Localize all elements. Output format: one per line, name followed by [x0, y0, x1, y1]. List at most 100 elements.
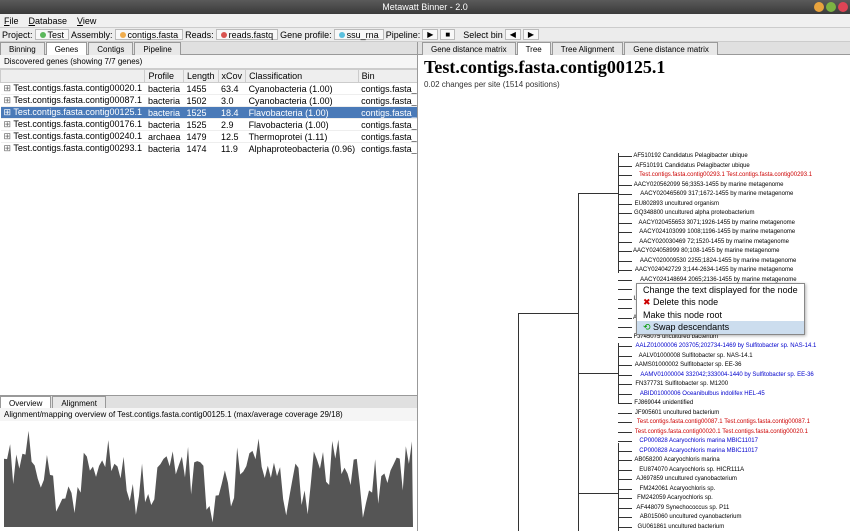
menu-database[interactable]: Database — [29, 16, 68, 26]
menu-view[interactable]: View — [77, 16, 96, 26]
tab-gdm2[interactable]: Gene distance matrix — [624, 42, 718, 55]
tree-node[interactable]: CP000828 Acaryochloris marina MBIC11017 — [639, 438, 758, 444]
tree-node[interactable]: EU802893 uncultured organism — [635, 201, 719, 207]
genes-info: Discovered genes (showing 7/7 genes) — [0, 55, 417, 69]
tree-node[interactable]: AACY024058999 80;108-1455 by marine meta… — [633, 248, 779, 254]
menubar: File Database View — [0, 14, 850, 28]
tree-node[interactable]: AACY020562099 56;3353-1455 by marine met… — [634, 182, 784, 188]
tab-tree[interactable]: Tree — [517, 42, 551, 55]
tree-node[interactable]: EU874070 Acaryochloris sp. HICR111A — [639, 467, 744, 473]
tree-node[interactable]: AF510191 Candidatus Pelagibacter ubique — [635, 163, 749, 169]
tree-node[interactable]: Test.contigs.fasta.contig00293.1 Test.co… — [639, 172, 812, 178]
minimize-button[interactable] — [814, 2, 824, 12]
tree-node[interactable]: AF448079 Synechococcus sp. P11 — [636, 505, 729, 511]
tree-node[interactable]: AJ697859 uncultured cyanobacterium — [636, 476, 737, 482]
x-icon: ✖ — [643, 297, 653, 307]
ctx-delete[interactable]: ✖ Delete this node — [637, 296, 804, 309]
tree-node[interactable]: AB015060 uncultured cyanobacterium — [640, 514, 742, 520]
tree-node[interactable]: Test.contigs.fasta.contig00020.1 Test.co… — [635, 429, 808, 435]
dot-icon — [339, 32, 345, 38]
tree-node[interactable]: AALV01000008 Sulfitobacter sp. NAS-14.1 — [639, 353, 753, 359]
project-label: Project: — [2, 30, 33, 40]
col-profile[interactable]: Profile — [145, 70, 184, 83]
geneprofile-btn[interactable]: ssu_rna — [334, 29, 384, 40]
project-btn[interactable]: Test — [35, 29, 70, 40]
col-xcov[interactable]: xCov — [218, 70, 246, 83]
pipeline-stop[interactable]: ■ — [440, 29, 455, 40]
tree-node[interactable]: AAMS01000002 Sulfitobacter sp. EE-36 — [635, 362, 742, 368]
swap-icon: ⟲ — [643, 322, 653, 332]
tree-node[interactable]: AACY024103099 1008;1196-1455 by marine m… — [639, 229, 795, 235]
ctx-swap[interactable]: ⟲ Swap descendants — [637, 321, 804, 334]
tab-genes[interactable]: Genes — [46, 42, 88, 55]
tree-node[interactable]: FJ869044 unidentified — [634, 400, 693, 406]
assembly-btn[interactable]: contigs.fasta — [115, 29, 184, 40]
table-row[interactable]: Test.contigs.fasta.contig00087.1bacteria… — [1, 95, 418, 107]
titlebar: Metawatt Binner - 2.0 — [0, 0, 850, 14]
tree-node[interactable]: ABID01000006 Oceanibulbus indolifex HEL-… — [640, 391, 765, 397]
menu-file[interactable]: File — [4, 16, 19, 26]
tab-treealign[interactable]: Tree Alignment — [552, 42, 624, 55]
maximize-button[interactable] — [826, 2, 836, 12]
toolbar: Project: Test Assembly: contigs.fasta Re… — [0, 28, 850, 42]
table-row[interactable]: Test.contigs.fasta.contig00020.1bacteria… — [1, 83, 418, 95]
tree-area[interactable]: AF510192 Candidatus Pelagibacter ubique A… — [418, 93, 850, 531]
col-length[interactable]: Length — [184, 70, 219, 83]
left-tabs: Binning Genes Contigs Pipeline — [0, 42, 417, 55]
selectbin-label: Select bin — [463, 30, 503, 40]
table-row[interactable]: Test.contigs.fasta.contig00293.1bacteria… — [1, 143, 418, 155]
reads-label: Reads: — [185, 30, 214, 40]
tree-node[interactable]: AAMV01000004 332042;333004-1440 by Sulfi… — [640, 372, 813, 378]
tree-node[interactable]: AB058200 Acaryochloris marina — [634, 457, 719, 463]
chart-info: Alignment/mapping overview of Test.conti… — [0, 408, 417, 421]
geneprofile-label: Gene profile: — [280, 30, 332, 40]
pipeline-label: Pipeline: — [386, 30, 421, 40]
tab-gdm[interactable]: Gene distance matrix — [422, 42, 516, 55]
reads-btn[interactable]: reads.fastq — [216, 29, 279, 40]
col-name[interactable] — [1, 70, 145, 83]
ctx-change-text[interactable]: Change the text displayed for the node — [637, 284, 804, 296]
tree-node[interactable]: GQ348800 uncultured alpha proteobacteriu… — [634, 210, 754, 216]
right-tabs: Gene distance matrix Tree Tree Alignment… — [418, 42, 850, 55]
selectbin-prev[interactable]: ◀ — [505, 29, 521, 40]
window-title: Metawatt Binner - 2.0 — [4, 2, 846, 12]
tree-node[interactable]: AACY020030469 72;1520-1455 by marine met… — [639, 239, 789, 245]
tree-node[interactable]: AF510192 Candidatus Pelagibacter ubique — [633, 153, 747, 159]
col-class[interactable]: Classification — [246, 70, 359, 83]
dot-icon — [40, 32, 46, 38]
tree-node[interactable]: JF905601 uncultured bacterium — [635, 410, 719, 416]
assembly-label: Assembly: — [71, 30, 113, 40]
right-panel: Gene distance matrix Tree Tree Alignment… — [418, 42, 850, 531]
selectbin-next[interactable]: ▶ — [523, 29, 539, 40]
tree-node[interactable]: AACY020455653 3071;1926-1455 by marine m… — [639, 220, 795, 226]
pipeline-play[interactable]: ▶ — [422, 29, 438, 40]
tree-subtitle: 0.02 changes per site (1514 positions) — [418, 80, 850, 93]
dot-icon — [221, 32, 227, 38]
tree-node[interactable]: AACY024042729 3;144-2634-1455 by marine … — [635, 267, 793, 273]
ctx-make-root[interactable]: Make this node root — [637, 309, 804, 321]
tree-node[interactable]: AACY020009530 2255;1824-1455 by marine m… — [640, 258, 796, 264]
tree-node[interactable]: AACY020465609 317;1672-1455 by marine me… — [640, 191, 793, 197]
coverage-chart — [0, 421, 417, 531]
table-row[interactable]: Test.contigs.fasta.contig00240.1archaea1… — [1, 131, 418, 143]
table-row[interactable]: Test.contigs.fasta.contig00125.1bacteria… — [1, 107, 418, 119]
tab-pipeline[interactable]: Pipeline — [134, 42, 180, 55]
tree-node[interactable]: CP000828 Acaryochloris marina MBIC11017 — [639, 448, 758, 454]
tree-node[interactable]: FM242059 Acaryochloris sp. — [637, 495, 713, 501]
tree-node[interactable]: GU061861 uncultured bacterium — [638, 524, 725, 530]
tree-node[interactable]: AALZ01000006 203705;202734-1469 by Sulfi… — [635, 343, 816, 349]
tree-node[interactable]: FM242061 Acaryochloris sp. — [640, 486, 716, 492]
table-row[interactable]: Test.contigs.fasta.contig00176.1bacteria… — [1, 119, 418, 131]
tree-node[interactable]: Test.contigs.fasta.contig00087.1 Test.co… — [637, 419, 810, 425]
tree-node[interactable]: AACY024148694 2065;2136-1455 by marine m… — [640, 277, 796, 283]
context-menu: Change the text displayed for the node ✖… — [636, 283, 805, 335]
window-controls — [814, 2, 848, 12]
close-button[interactable] — [838, 2, 848, 12]
dot-icon — [120, 32, 126, 38]
col-bin[interactable]: Bin — [358, 70, 417, 83]
tree-node[interactable]: FN377731 Sulfitobacter sp. M1200 — [635, 381, 728, 387]
bottom-tabs: Overview Alignment — [0, 395, 417, 408]
tab-contigs[interactable]: Contigs — [88, 42, 133, 55]
table-spacer — [0, 154, 417, 395]
tab-binning[interactable]: Binning — [0, 42, 45, 55]
